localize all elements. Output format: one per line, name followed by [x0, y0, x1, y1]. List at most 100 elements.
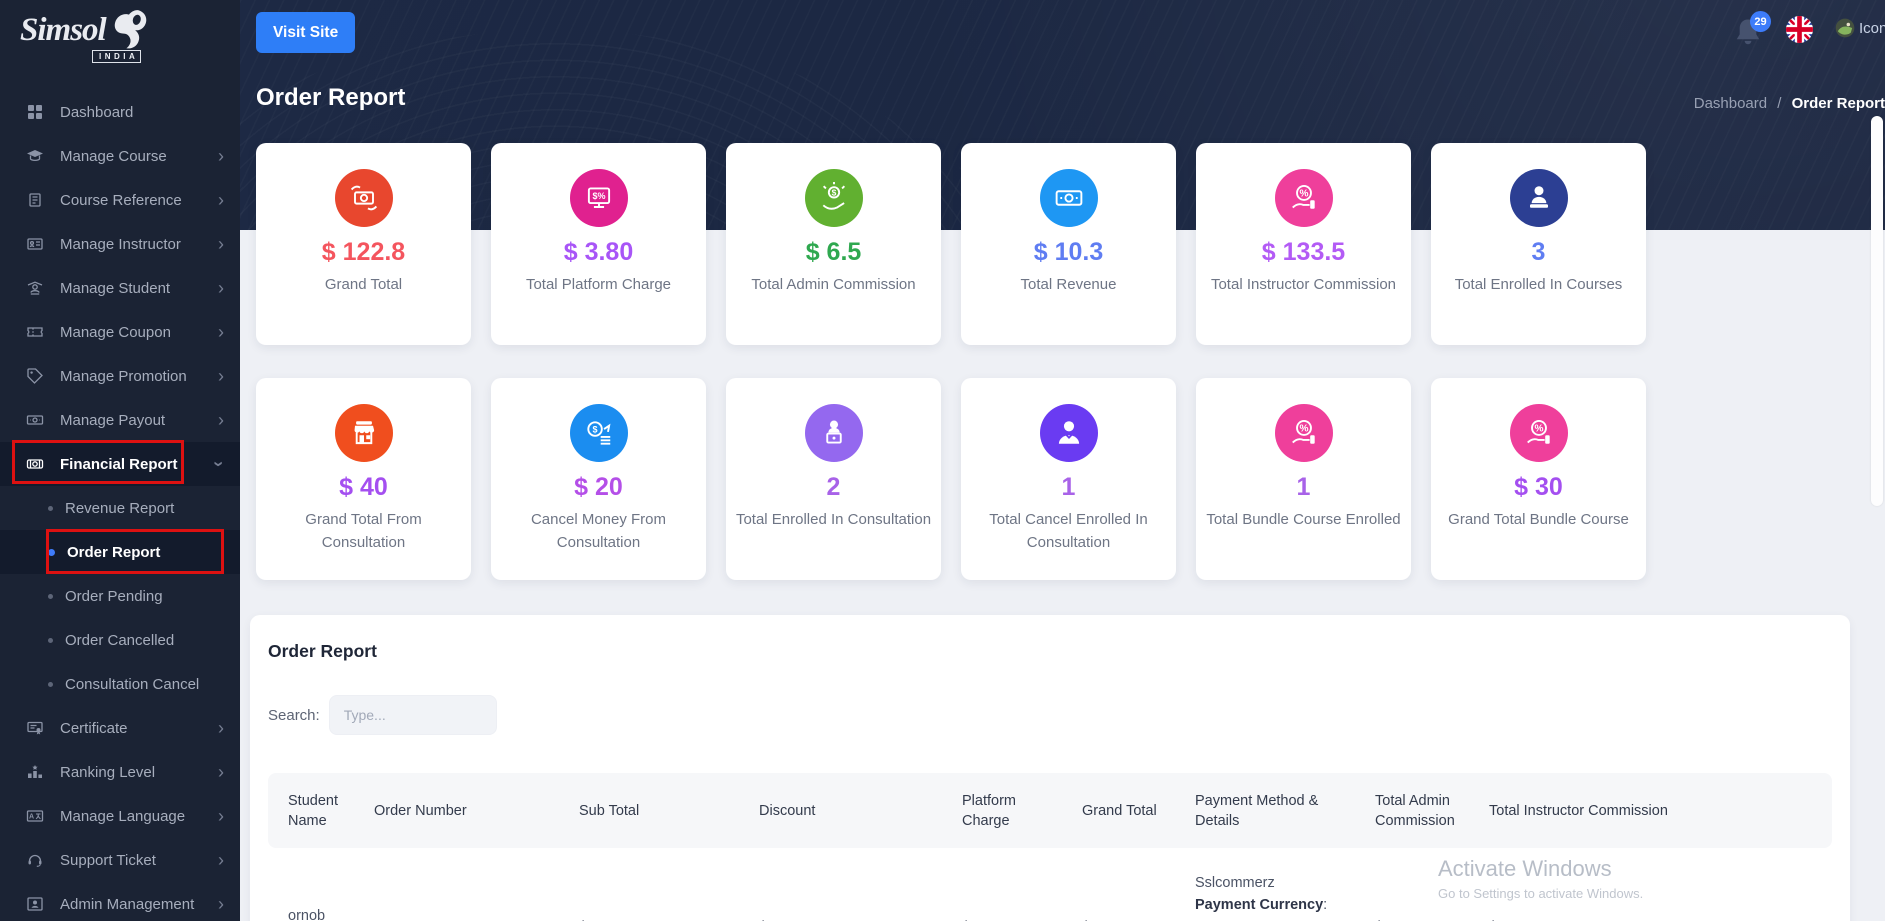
sidebar-item-consultation-cancel[interactable]: Consultation Cancel — [0, 662, 240, 706]
vertical-scrollbar-thumb[interactable] — [1871, 116, 1883, 506]
stat-label: Total Admin Commission — [751, 276, 916, 293]
chevron-right-icon: › — [218, 850, 224, 870]
sidebar-item-support-ticket[interactable]: Support Ticket › — [0, 838, 240, 882]
bullet-icon — [48, 681, 53, 687]
coins-arrow-icon: $ — [569, 404, 628, 462]
chevron-right-icon: › — [218, 234, 224, 254]
stat-label: Total Instructor Commission — [1210, 276, 1397, 293]
stat-card-grand-total-from-consultation: $ 40 Grand Total From Consultation — [256, 378, 471, 580]
sidebar-item-order-report[interactable]: Order Report — [0, 530, 240, 574]
profile-button[interactable]: Icon — [1834, 17, 1885, 39]
stat-label: Cancel Money From Consultation — [530, 511, 667, 551]
chevron-right-icon: › — [218, 278, 224, 298]
brand-country: INDIA — [92, 50, 142, 63]
visit-site-button[interactable]: Visit Site — [256, 12, 356, 53]
column-header-sub-total[interactable]: Sub Total — [559, 773, 739, 848]
column-header-total-admin-commission[interactable]: Total Admin Commission — [1355, 773, 1469, 848]
chevron-right-icon: › — [218, 762, 224, 782]
breadcrumb-dashboard-link[interactable]: Dashboard — [1694, 95, 1767, 112]
person-laptop-icon — [1509, 169, 1568, 227]
cell-total-instructor-commission: $ 20.00 — [1469, 848, 1832, 921]
stat-card-total-cancel-enrolled-in-consultation: 1 Total Cancel Enrolled In Consultation — [961, 378, 1176, 580]
ranking-icon — [26, 763, 44, 781]
sidebar-item-revenue-report[interactable]: Revenue Report — [0, 486, 240, 530]
sidebar-item-manage-instructor[interactable]: Manage Instructor › — [0, 222, 240, 266]
cell-grand-total: $ 20.40 — [1062, 848, 1175, 921]
stat-value: 1 — [1296, 473, 1311, 501]
sidebar-item-manage-student[interactable]: Manage Student › — [0, 266, 240, 310]
sidebar-item-admin-management[interactable]: Admin Management › — [0, 882, 240, 921]
column-header-grand-total[interactable]: Grand Total — [1062, 773, 1175, 848]
svg-text:A: A — [29, 814, 34, 821]
search-input[interactable] — [328, 695, 497, 735]
column-header-payment-method-details[interactable]: Payment Method & Details — [1175, 773, 1355, 848]
chevron-right-icon: › — [218, 806, 224, 826]
language-flag-button[interactable] — [1786, 16, 1813, 43]
cell-sub-total: $ 20.00 — [559, 848, 739, 921]
sidebar-item-label: Order Pending — [65, 587, 163, 605]
column-header-student-name[interactable]: Student Name — [268, 773, 354, 848]
certificate-icon — [26, 719, 44, 737]
sidebar-item-financial-report[interactable]: Financial Report › — [0, 442, 240, 486]
chevron-right-icon: › — [218, 718, 224, 738]
sidebar: Simsol INDIA Dashboard Manage Course › Cour… — [0, 0, 240, 921]
stat-card-total-bundle-course-enrolled: % 1 Total Bundle Course Enrolled — [1196, 378, 1411, 580]
svg-text:%: % — [1299, 423, 1308, 434]
stat-value: $ 122.8 — [321, 238, 406, 266]
stat-label: Total Enrolled In Consultation — [735, 511, 932, 528]
sidebar-item-label: Certificate — [60, 719, 128, 737]
logo[interactable]: Simsol INDIA — [20, 10, 220, 74]
profile-alt-text: Icon — [1859, 19, 1885, 37]
order-report-panel: Order Report Search: Student NameOrder N… — [250, 615, 1850, 921]
stat-cards-row-2: $ 40 Grand Total From Consultation $ $ 20 Ca… — [256, 378, 1646, 580]
column-header-discount[interactable]: Discount — [739, 773, 942, 848]
stat-card-total-enrolled-in-consultation: 2 Total Enrolled In Consultation — [726, 378, 941, 580]
instructor-card-icon — [26, 235, 44, 253]
sidebar-item-label: Order Cancelled — [65, 631, 175, 649]
stat-label: Total Revenue — [1020, 276, 1117, 293]
notifications-button[interactable]: 29 — [1730, 11, 1771, 55]
banknote-icon — [1039, 169, 1098, 227]
svg-text:$: $ — [831, 187, 836, 197]
stat-label: Grand Total Bundle Course — [1448, 511, 1629, 528]
chevron-right-icon: › — [218, 190, 224, 210]
app-window: Simsol INDIA Dashboard Manage Course › Cour… — [0, 0, 1885, 921]
sidebar-item-manage-coupon[interactable]: Manage Coupon › — [0, 310, 240, 354]
chevron-down-icon: › — [209, 461, 229, 467]
sidebar-item-dashboard[interactable]: Dashboard — [0, 90, 240, 134]
sidebar-item-manage-course[interactable]: Manage Course › — [0, 134, 240, 178]
sidebar-item-label: Manage Payout — [60, 411, 166, 429]
column-header-total-instructor-commission[interactable]: Total Instructor Commission — [1469, 773, 1832, 848]
chevron-right-icon: › — [218, 410, 224, 430]
sidebar-item-order-pending[interactable]: Order Pending — [0, 574, 240, 618]
breadcrumb-separator: / — [1777, 95, 1782, 112]
stat-card-total-enrolled-in-courses: 3 Total Enrolled In Courses — [1431, 143, 1646, 345]
cell-platform-charge: $ 0.40 — [942, 848, 1062, 921]
sidebar-item-manage-payout[interactable]: Manage Payout › — [0, 398, 240, 442]
payment-currency: Payment Currency: BDT — [1195, 897, 1328, 921]
search-row: Search: — [268, 695, 497, 735]
stat-card-total-instructor-commission: % $ 133.5 Total Instructor Commission — [1196, 143, 1411, 345]
sidebar-item-certificate[interactable]: Certificate › — [0, 706, 240, 750]
sidebar-item-manage-language[interactable]: A Manage Language › — [0, 794, 240, 838]
stat-cards-row-1: $ 122.8 Grand Total $% $ 3.80 Total Platform… — [256, 143, 1646, 345]
stat-value: $ 6.5 — [805, 238, 862, 266]
sidebar-item-course-reference[interactable]: Course Reference › — [0, 178, 240, 222]
stat-label: Total Platform Charge — [525, 276, 672, 293]
bullet-icon — [48, 548, 55, 556]
column-header-platform-charge[interactable]: Platform Charge — [942, 773, 1062, 848]
sidebar-item-label: Ranking Level — [60, 763, 156, 781]
hand-coin-icon: $ — [804, 169, 863, 227]
sidebar-item-manage-promotion[interactable]: Manage Promotion › — [0, 354, 240, 398]
column-header-order-number[interactable]: Order Number — [354, 773, 559, 848]
order-report-section-title: Order Report — [268, 641, 377, 661]
table-header: Student Name Order Number Sub Total Discoun… — [268, 773, 1832, 848]
grid-icon — [26, 103, 44, 121]
percent-hand-icon: % — [1274, 169, 1333, 227]
sidebar-item-order-cancelled[interactable]: Order Cancelled — [0, 618, 240, 662]
stat-value: $ 133.5 — [1261, 238, 1346, 266]
sidebar-item-label: Financial Report — [60, 455, 178, 473]
shop-icon — [334, 404, 393, 462]
sidebar-item-ranking-level[interactable]: Ranking Level › — [0, 750, 240, 794]
stat-value: 3 — [1531, 238, 1546, 266]
